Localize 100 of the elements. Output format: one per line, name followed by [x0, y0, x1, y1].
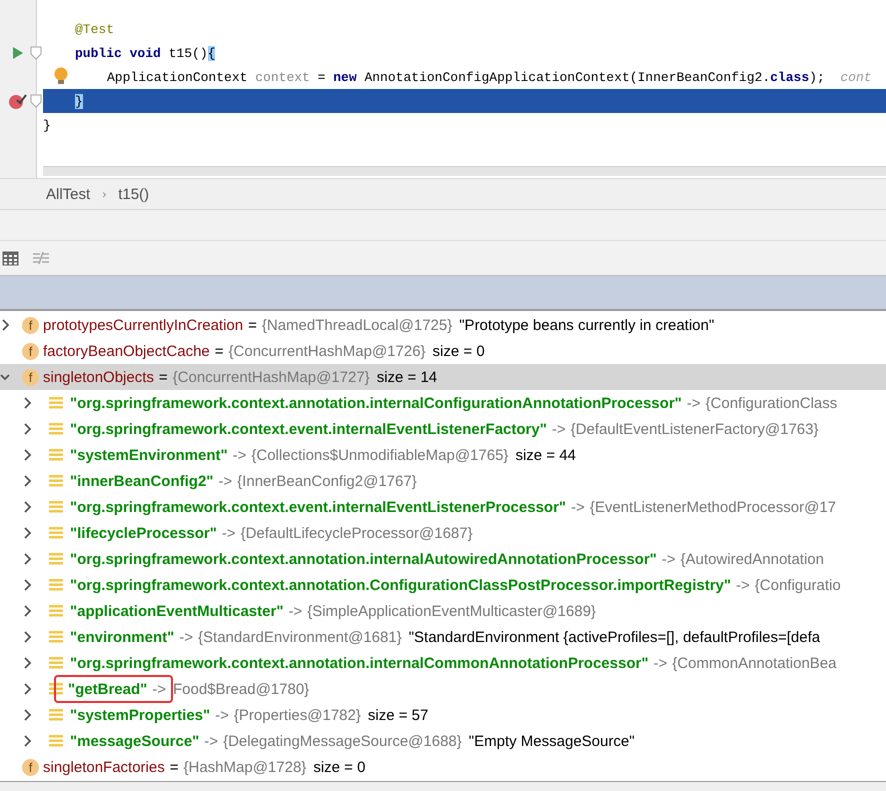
map-arrow: ->: [653, 654, 668, 672]
list-icon: [49, 734, 63, 748]
list-icon: [49, 630, 63, 644]
entry-row[interactable]: "systemProperties" -> {Properties@1782} size = 57: [0, 702, 886, 728]
variable-value: {HashMap@1728}: [184, 758, 306, 776]
map-key: "lifecycleProcessor": [70, 524, 217, 542]
entry-row[interactable]: "innerBeanConfig2" -> {InnerBeanConfig2@1767}: [0, 468, 886, 494]
entry-row[interactable]: "systemEnvironment" -> {Collections$UnmodifiableMap@1765} size = 44: [0, 442, 886, 468]
entry-value: {AutowiredAnnotation: [680, 550, 824, 568]
entry-value: {StandardEnvironment@1681}: [198, 628, 402, 646]
list-icon: [49, 474, 63, 488]
entry-value: {InnerBeanConfig2@1767}: [237, 472, 417, 490]
map-key: "org.springframework.context.event.internalEventListenerProcessor": [70, 498, 566, 516]
list-icon: [49, 552, 63, 566]
map-key: "environment": [70, 628, 174, 646]
code-token: @Test: [75, 22, 114, 36]
entry-row[interactable]: "applicationEventMulticaster" -> {SimpleApplicationEventMulticaster@1689}: [0, 598, 886, 624]
equals-sign: =: [158, 368, 168, 386]
map-key: "org.springframework.context.annotation.internalConfigurationAnnotationProcessor": [70, 394, 682, 412]
list-icon: [49, 578, 63, 592]
entry-value: {Collections$UnmodifiableMap@1765}: [251, 446, 508, 464]
entry-row[interactable]: "messageSource" -> {DelegatingMessageSource@1688} "Empty MessageSource": [0, 728, 886, 754]
variable-row[interactable]: f singletonObjects = {ConcurrentHashMap@1727} size = 14: [0, 364, 886, 390]
entry-detail: size = 57: [368, 706, 428, 724]
list-icon: [49, 500, 63, 514]
variable-value: {NamedThreadLocal@1725}: [262, 316, 452, 334]
entry-row[interactable]: "org.springframework.context.annotation.internalCommonAnnotationProcessor" -> {CommonAnnotationBea: [0, 650, 886, 676]
list-icon: [49, 422, 63, 436]
run-icon[interactable]: [13, 47, 23, 59]
variable-row[interactable]: f factoryBeanObjectCache = {ConcurrentHashMap@1726} size = 0: [0, 338, 886, 364]
variable-row[interactable]: f singletonFactories = {HashMap@1728} size = 0: [0, 754, 886, 780]
entry-row[interactable]: "environment" -> {StandardEnvironment@1681} "StandardEnvironment {activeProfiles=[], defaultProfiles=[defa: [0, 624, 886, 650]
entry-row[interactable]: "org.springframework.context.annotation.ConfigurationClassPostProcessor.importRegistry" -> {Configuratio: [0, 572, 886, 598]
variable-detail: "Prototype beans currently in creation": [459, 316, 714, 334]
map-arrow: ->: [571, 498, 585, 516]
field-icon: f: [22, 316, 39, 334]
field-icon: f: [22, 758, 39, 776]
breakpoint-icon[interactable]: [9, 93, 27, 109]
map-arrow: ->: [736, 576, 750, 594]
map-key: "org.springframework.context.event.internalEventListenerFactory": [70, 420, 547, 438]
variable-detail: size = 14: [376, 368, 438, 386]
entry-value: {Configuratio: [754, 576, 841, 594]
variable-row[interactable]: f prototypesCurrentlyInCreation = {NamedThreadLocal@1725} "Prototype beans currently in creation": [0, 312, 886, 338]
list-icon: [49, 526, 63, 540]
variable-name: prototypesCurrentlyInCreation: [43, 316, 244, 334]
variable-value: {ConcurrentHashMap@1727}: [172, 368, 370, 386]
breadcrumb-separator: ›: [102, 187, 106, 201]
entry-value: {DefaultEventListenerFactory@1763}: [570, 420, 818, 438]
calculator-icon[interactable]: [2, 250, 19, 266]
code-token: public void: [75, 46, 161, 60]
entry-value: {EventListenerMethodProcessor@17: [590, 498, 836, 516]
entry-row[interactable]: "org.springframework.context.event.internalEventListenerFactory" -> {DefaultEventListenerFactory@1763}: [0, 416, 886, 442]
variable-name: factoryBeanObjectCache: [43, 342, 210, 360]
variable-detail: size = 0: [313, 758, 366, 776]
entry-value: {ConfigurationClass: [706, 394, 838, 412]
entry-detail: "Empty MessageSource": [468, 732, 635, 750]
fold-marker-icon[interactable]: [30, 94, 42, 108]
map-key: "systemProperties": [70, 706, 210, 724]
variable-name: singletonObjects: [43, 368, 154, 386]
entry-row[interactable]: "getBread" -> Food$Bread@1780}: [0, 676, 886, 702]
map-arrow: ->: [288, 602, 302, 620]
equals-sign: =: [248, 316, 257, 334]
map-arrow: ->: [232, 446, 246, 464]
map-key: "systemEnvironment": [70, 446, 228, 464]
lightbulb-icon[interactable]: [54, 67, 68, 85]
breadcrumb-item[interactable]: t15(): [118, 186, 150, 202]
code-token: context: [255, 70, 310, 84]
equals-sign: =: [214, 342, 224, 360]
map-key: "applicationEventMulticaster": [70, 602, 284, 620]
variable-value: {ConcurrentHashMap@1726}: [228, 342, 426, 360]
field-icon: f: [22, 368, 39, 386]
horizontal-scrollbar[interactable]: [43, 166, 886, 176]
code-token: ApplicationContext: [107, 70, 248, 84]
map-arrow: ->: [222, 524, 236, 542]
map-arrow: ->: [552, 420, 566, 438]
variable-detail: size = 0: [432, 342, 485, 360]
map-arrow: ->: [662, 550, 676, 568]
code-token: {: [208, 46, 216, 60]
map-key: "org.springframework.context.annotation.internalAutowiredAnnotationProcessor": [70, 550, 657, 568]
map-arrow: ->: [152, 680, 166, 698]
map-arrow: ->: [218, 472, 232, 490]
fold-marker-icon[interactable]: [30, 46, 42, 60]
map-arrow: ->: [686, 394, 701, 412]
equals-sign: =: [170, 758, 178, 776]
code-token: cont: [840, 70, 872, 84]
entry-row[interactable]: "lifecycleProcessor" -> {DefaultLifecycleProcessor@1687}: [0, 520, 886, 546]
map-key: "org.springframework.context.annotation.ConfigurationClassPostProcessor.importRegistry": [70, 576, 731, 594]
list-icon: [49, 656, 63, 670]
code-token: new: [333, 70, 357, 84]
entry-value: {CommonAnnotationBea: [672, 654, 836, 672]
code-token: t15(): [168, 46, 208, 60]
code-token: }: [75, 94, 83, 108]
entry-row[interactable]: "org.springframework.context.annotation.internalAutowiredAnnotationProcessor" -> {AutowiredAnnotation: [0, 546, 886, 572]
breadcrumb-item[interactable]: AllTest: [46, 186, 90, 202]
entry-row[interactable]: "org.springframework.context.annotation.internalConfigurationAnnotationProcessor" -> {ConfigurationClass: [0, 390, 886, 416]
entry-value: {Properties@1782}: [234, 706, 361, 724]
code-token: }: [43, 118, 51, 132]
entry-row[interactable]: "org.springframework.context.event.internalEventListenerProcessor" -> {EventListenerMethodProcessor@17: [0, 494, 886, 520]
entry-value: {DefaultLifecycleProcessor@1687}: [240, 524, 473, 542]
variable-name: singletonFactories: [43, 758, 165, 776]
